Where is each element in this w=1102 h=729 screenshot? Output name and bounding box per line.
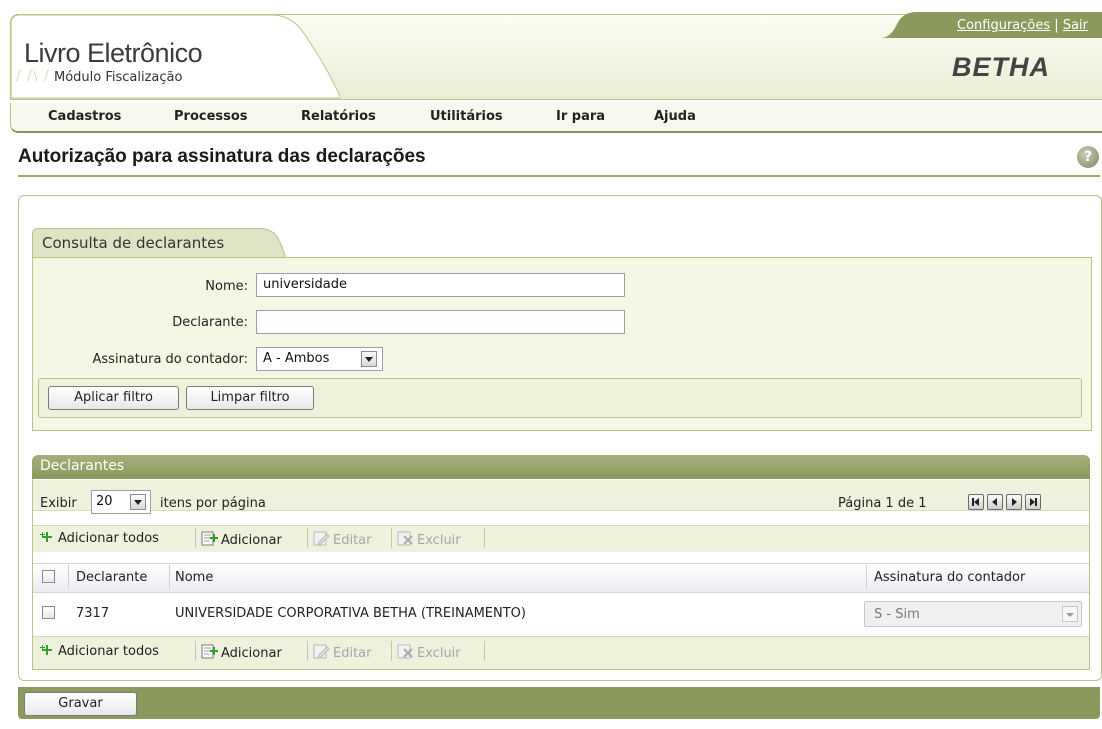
chevron-down-icon[interactable] — [130, 494, 146, 510]
link-separator: | — [1054, 18, 1059, 33]
edit-icon — [313, 644, 330, 659]
toolbar-separator — [391, 528, 392, 548]
save-button[interactable]: Gravar — [24, 692, 137, 716]
row-assinatura-value: S - Sim — [874, 607, 920, 622]
toolbar-separator — [391, 641, 392, 661]
config-link[interactable]: Configurações — [957, 18, 1050, 33]
next-page-icon[interactable] — [1006, 494, 1022, 510]
app-title: Livro Eletrônico — [24, 38, 203, 68]
toolbar-separator — [484, 528, 485, 548]
per-page-label: itens por página — [160, 496, 266, 511]
filter-tab-label: Consulta de declarantes — [42, 234, 225, 252]
page-info: Página 1 de 1 — [838, 496, 927, 511]
assinatura-select-value: A - Ambos — [263, 351, 330, 366]
declarantes-header — [32, 455, 1090, 479]
delete-icon — [397, 644, 413, 659]
delete-button[interactable]: Excluir — [397, 530, 461, 548]
add-all-icon — [40, 532, 52, 542]
edit-label: Editar — [333, 646, 372, 661]
add-all-label: Adicionar todos — [58, 644, 159, 659]
title-divider — [18, 175, 1100, 177]
top-links: Configurações | Sair — [957, 18, 1088, 33]
declarante-label: Declarante: — [172, 315, 248, 330]
menu-cadastros[interactable]: Cadastros — [48, 109, 121, 124]
menu-ajuda[interactable]: Ajuda — [654, 109, 696, 124]
row-declarante: 7317 — [76, 606, 110, 621]
column-header-assinatura[interactable]: Assinatura do contador — [874, 570, 1025, 585]
nome-input[interactable]: universidade — [256, 273, 625, 297]
show-label: Exibir — [40, 496, 77, 511]
edit-icon — [313, 531, 330, 546]
add-button[interactable]: Adicionar — [201, 530, 282, 548]
prev-page-icon[interactable] — [987, 494, 1003, 510]
row-assinatura-select[interactable]: S - Sim — [864, 601, 1082, 627]
column-header-nome[interactable]: Nome — [175, 570, 213, 585]
last-page-icon[interactable] — [1025, 494, 1041, 510]
grid-toolbar-top — [33, 525, 1089, 552]
page-size-value: 20 — [96, 494, 113, 509]
delete-label: Excluir — [417, 533, 461, 548]
add-all-button[interactable]: Adicionar todos — [40, 530, 159, 546]
brand-logo: BETHA — [952, 52, 1050, 82]
add-button[interactable]: Adicionar — [201, 643, 282, 661]
column-divider — [68, 565, 69, 589]
menu-processos[interactable]: Processos — [174, 109, 248, 124]
add-all-button[interactable]: Adicionar todos — [40, 643, 159, 659]
menu-utilitarios[interactable]: Utilitários — [430, 109, 503, 124]
nome-label: Nome: — [205, 279, 248, 294]
app-subtitle: Módulo Fiscalização — [54, 70, 183, 85]
menu-ir-para[interactable]: Ir para — [556, 109, 605, 124]
page-title: Autorização para assinatura das declaraç… — [18, 146, 426, 167]
assinatura-label: Assinatura do contador: — [92, 352, 248, 367]
edit-button[interactable]: Editar — [313, 643, 372, 661]
help-icon[interactable]: ? — [1077, 146, 1099, 168]
grid-toolbar-bottom — [33, 636, 1089, 669]
delete-button[interactable]: Excluir — [397, 643, 461, 661]
first-page-icon[interactable] — [968, 494, 984, 510]
toolbar-separator — [484, 641, 485, 661]
chevron-down-icon — [1062, 606, 1078, 622]
delete-icon — [397, 531, 413, 546]
add-label: Adicionar — [221, 533, 282, 548]
column-divider — [169, 565, 170, 589]
toolbar-separator — [307, 528, 308, 548]
clear-filter-button[interactable]: Limpar filtro — [186, 386, 314, 410]
declarante-input[interactable] — [256, 310, 625, 334]
add-all-icon — [40, 645, 52, 655]
add-icon — [201, 644, 218, 659]
apply-filter-button[interactable]: Aplicar filtro — [48, 386, 179, 410]
chevron-down-icon[interactable] — [361, 351, 377, 367]
column-divider — [866, 565, 867, 589]
toolbar-separator — [307, 641, 308, 661]
add-icon — [201, 531, 218, 546]
menu-relatorios[interactable]: Relatórios — [301, 109, 376, 124]
toolbar-separator — [195, 528, 196, 548]
row-nome: UNIVERSIDADE CORPORATIVA BETHA (TREINAME… — [175, 606, 526, 621]
add-label: Adicionar — [221, 646, 282, 661]
footer-bar — [18, 687, 1100, 719]
edit-label: Editar — [333, 533, 372, 548]
logo-decoration: / /\ / — [16, 68, 50, 84]
select-all-checkbox[interactable] — [42, 570, 55, 583]
add-all-label: Adicionar todos — [58, 531, 159, 546]
declarantes-title: Declarantes — [40, 458, 125, 474]
toolbar-separator — [195, 641, 196, 661]
row-checkbox[interactable] — [42, 606, 55, 619]
delete-label: Excluir — [417, 646, 461, 661]
edit-button[interactable]: Editar — [313, 530, 372, 548]
column-header-declarante[interactable]: Declarante — [76, 570, 147, 585]
logout-link[interactable]: Sair — [1063, 18, 1088, 33]
